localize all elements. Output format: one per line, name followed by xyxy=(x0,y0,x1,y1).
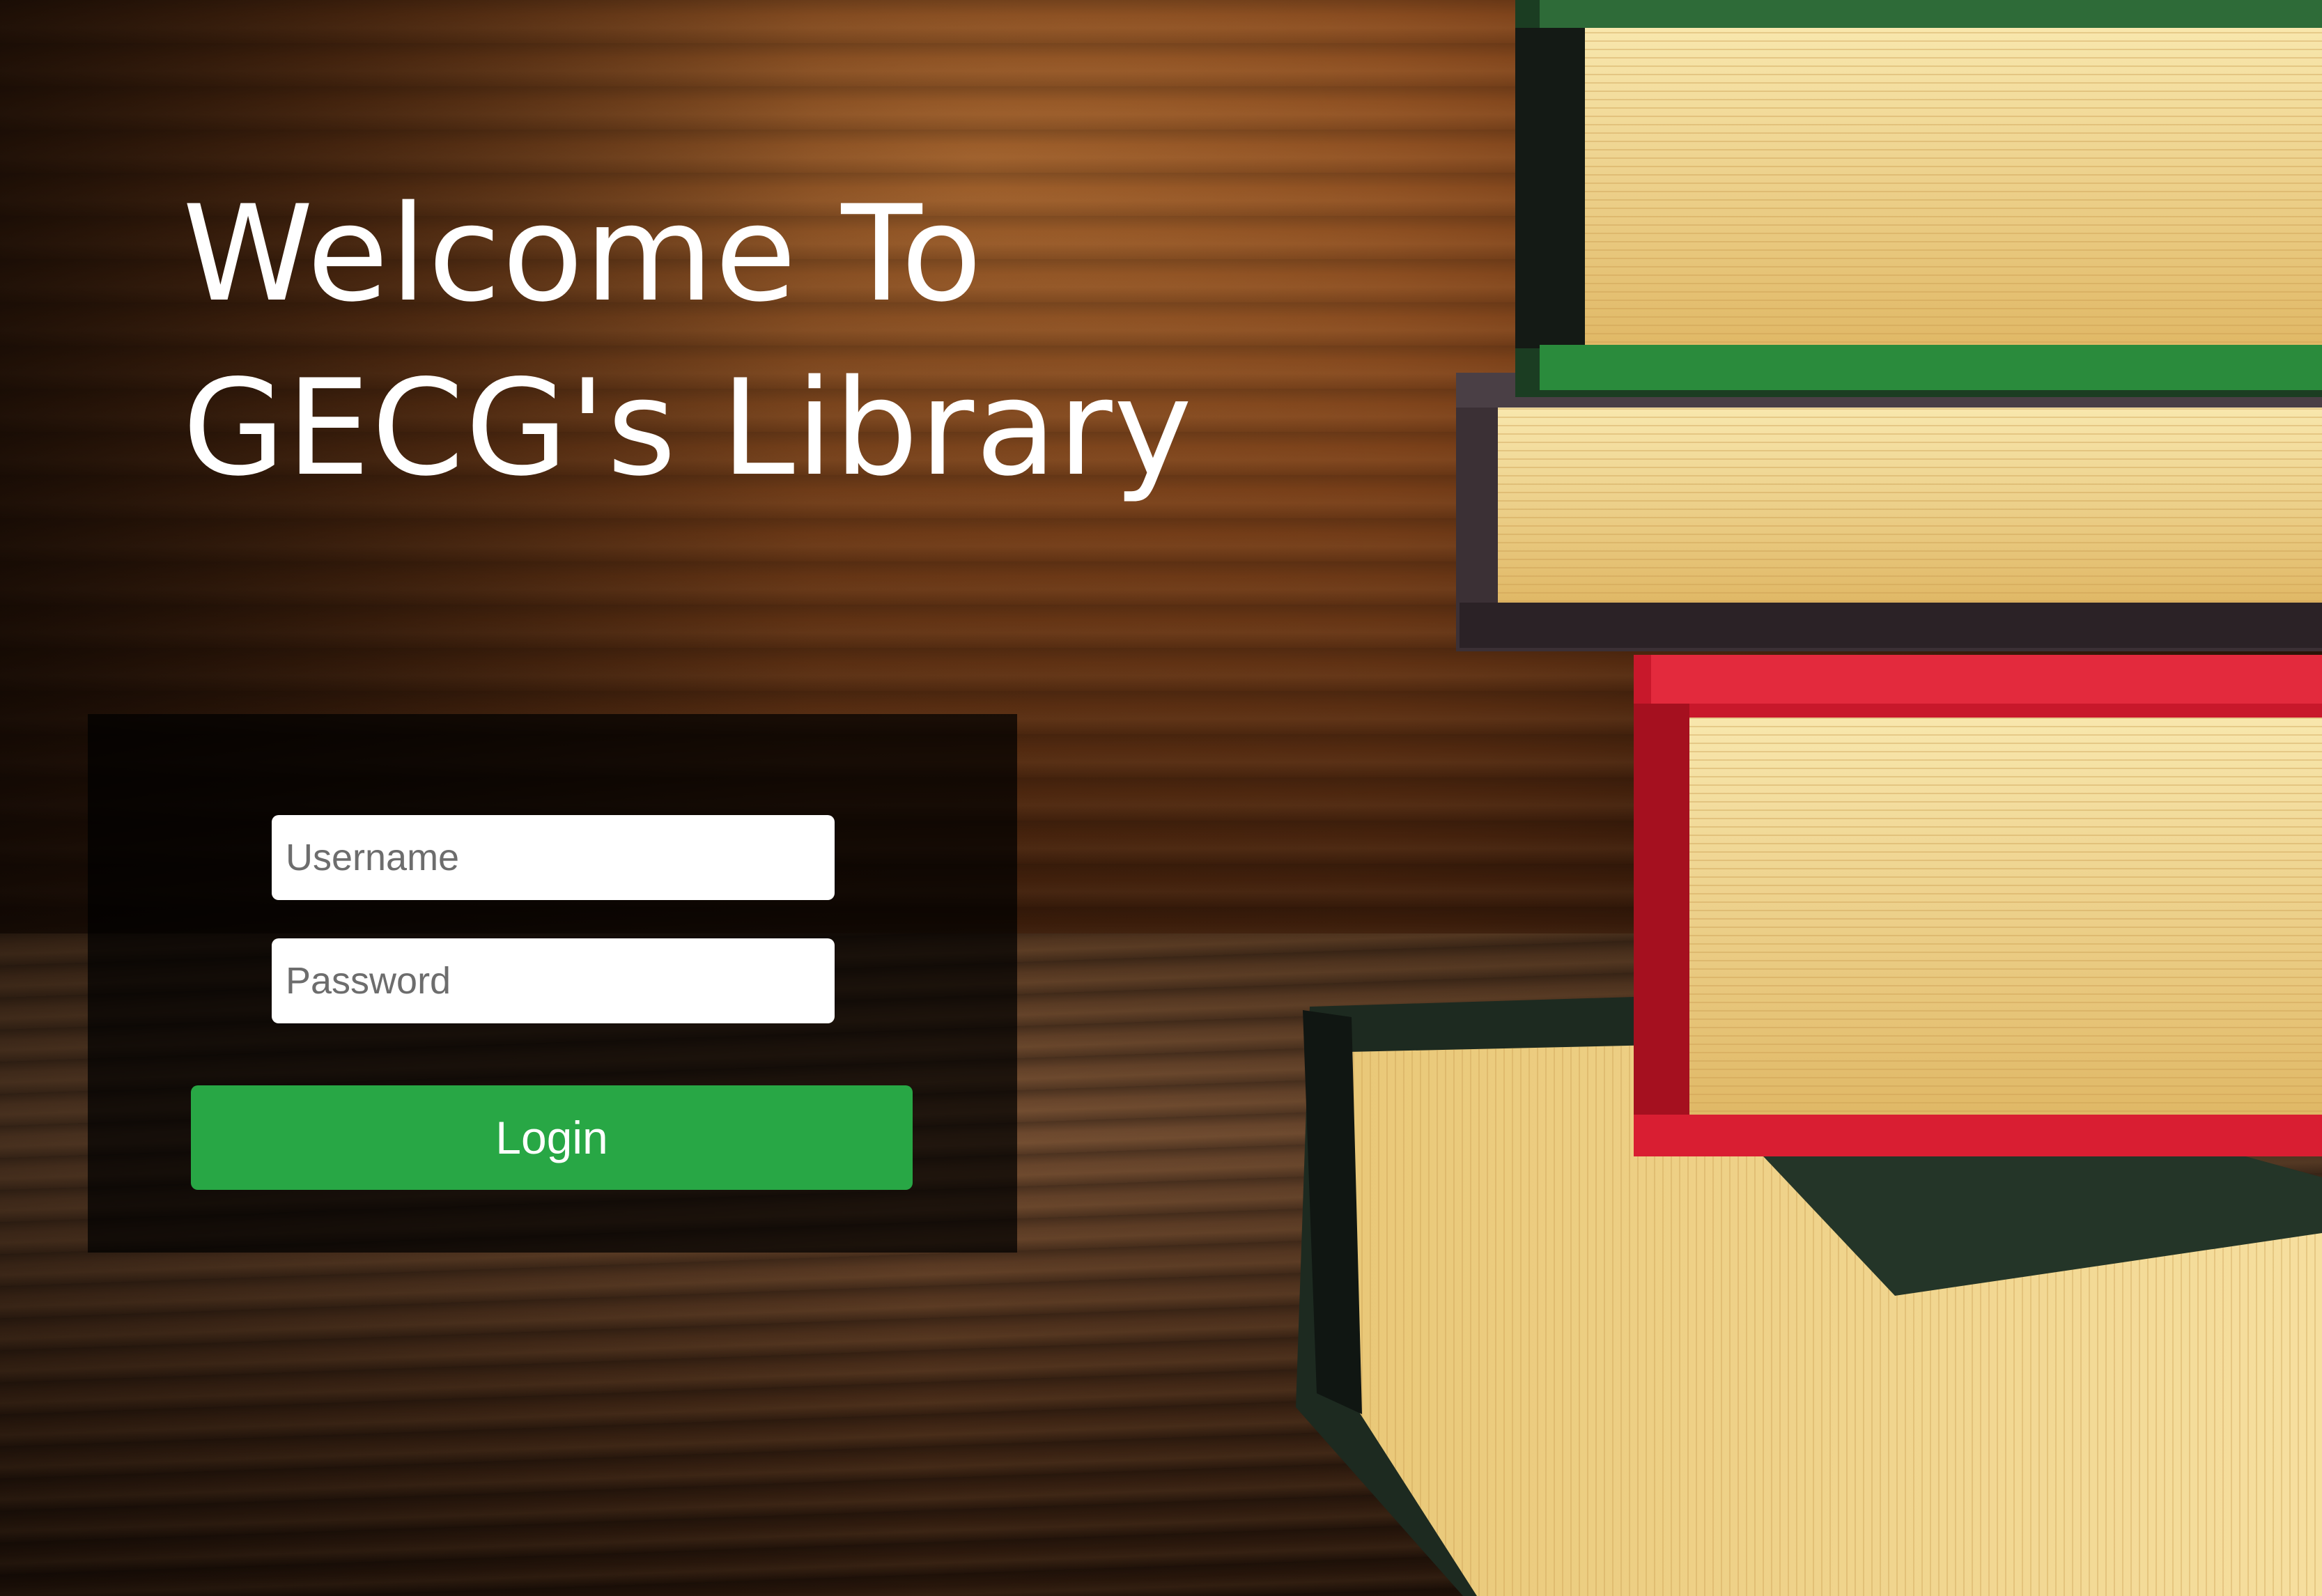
password-input[interactable] xyxy=(272,938,835,1023)
book-dark-gray xyxy=(1456,373,2322,651)
book-red xyxy=(1634,655,2322,1156)
page-title: Welcome To GECG's Library xyxy=(183,167,1193,516)
title-line-2: GECG's Library xyxy=(183,351,1194,505)
book-top-green xyxy=(1515,0,2322,397)
username-input[interactable] xyxy=(272,815,835,900)
login-button[interactable]: Login xyxy=(191,1085,913,1190)
title-line-1: Welcome To xyxy=(183,177,984,331)
login-panel: Login xyxy=(88,714,1017,1253)
